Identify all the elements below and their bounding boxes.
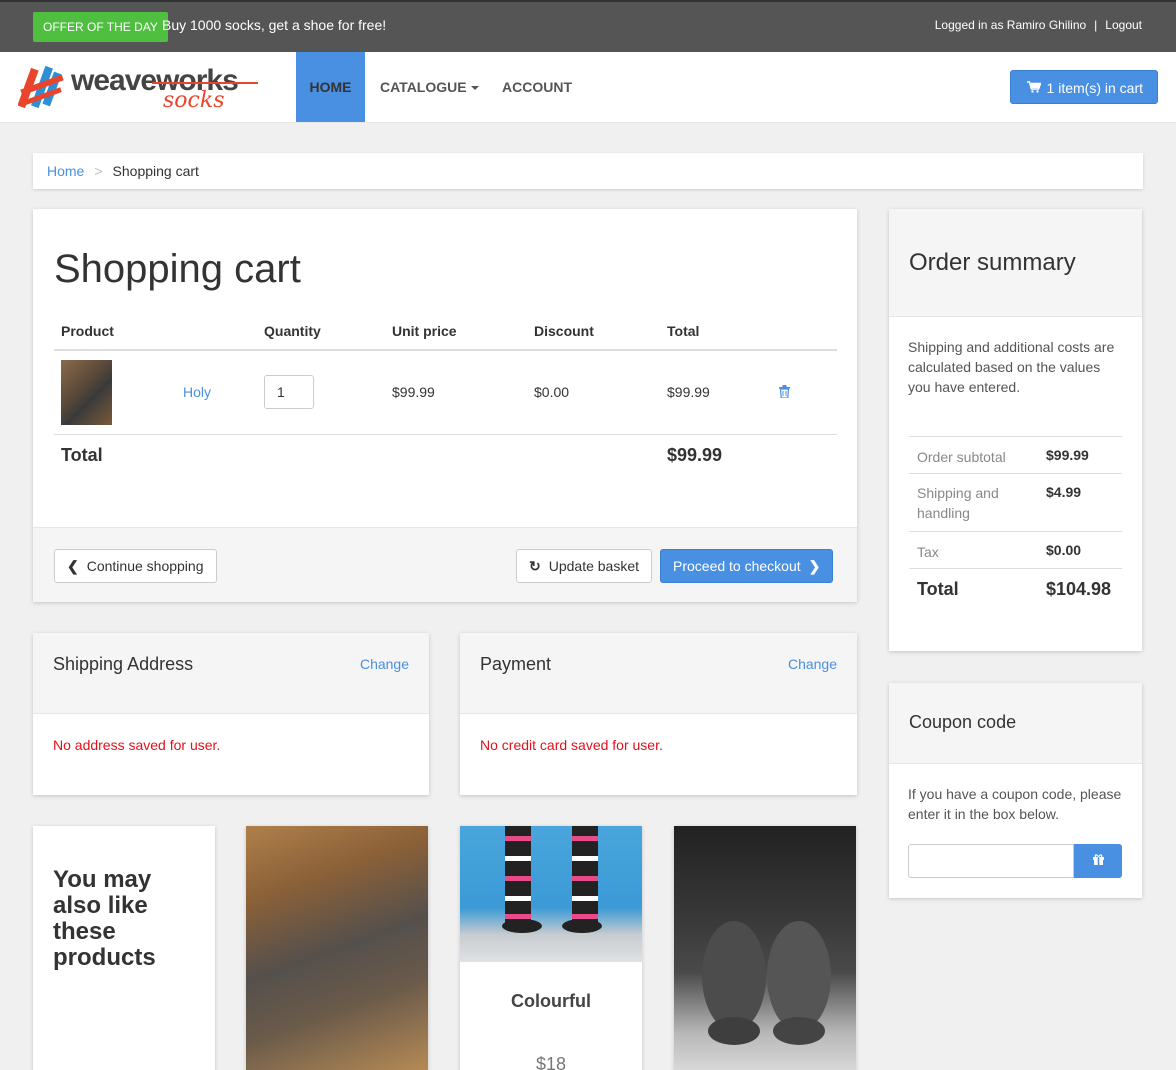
- gift-icon: [1092, 853, 1104, 868]
- striped-socks-illustration: [502, 826, 602, 933]
- breadcrumb-current: Shopping cart: [112, 163, 199, 179]
- cart-total-label: Total: [61, 445, 103, 465]
- breadcrumb-separator-icon: >: [94, 163, 103, 179]
- shipping-address-header: Shipping Address Change: [33, 633, 429, 714]
- change-address-link[interactable]: Change: [360, 656, 409, 672]
- summary-value: $0.00: [1046, 542, 1082, 558]
- nav-home[interactable]: HOME: [296, 52, 365, 122]
- summary-label: Shipping and handling: [917, 485, 999, 521]
- weaveworks-socks-logo[interactable]: weaveworks socks: [18, 62, 268, 114]
- summary-label: Order subtotal: [917, 449, 1006, 465]
- coupon-input[interactable]: [908, 844, 1074, 878]
- line-total: $99.99: [667, 384, 710, 400]
- product-thumbnail[interactable]: [61, 360, 112, 425]
- breadcrumb-home[interactable]: Home: [47, 163, 84, 179]
- payment-header: Payment Change: [460, 633, 857, 714]
- discount: $0.00: [534, 384, 570, 400]
- caret-down-icon: [470, 86, 479, 91]
- product-image[interactable]: [674, 826, 856, 1070]
- header-unit-price: Unit price: [392, 323, 457, 339]
- logout-link[interactable]: Logout: [1105, 18, 1142, 32]
- product-name-link[interactable]: Holy: [183, 384, 211, 400]
- cart-total-value: $99.99: [667, 445, 723, 465]
- logo-strike: [152, 82, 258, 84]
- header-discount: Discount: [534, 323, 594, 339]
- order-summary-panel: Order summary Shipping and additional co…: [889, 209, 1142, 651]
- product-name[interactable]: Colourful: [460, 991, 642, 1012]
- logo-mark-icon: [18, 65, 64, 109]
- apply-coupon-button[interactable]: [1074, 844, 1122, 878]
- logo-word-socks: socks: [163, 88, 225, 113]
- coupon-title: Coupon code: [909, 712, 1017, 732]
- recommendations-title: You may also like these products: [53, 866, 156, 971]
- summary-value: $99.99: [1046, 447, 1089, 463]
- login-separator: |: [1094, 18, 1098, 32]
- refresh-icon: ↻: [529, 558, 541, 574]
- product-card[interactable]: [246, 826, 428, 1070]
- summary-label: Tax: [917, 544, 939, 560]
- top-bar: OFFER OF THE DAY Buy 1000 socks, get a s…: [0, 0, 1176, 52]
- logged-in-label: Logged in as Ramiro Ghilino: [934, 18, 1087, 32]
- payment-title: Payment: [480, 654, 552, 674]
- shopping-cart-icon: [1026, 71, 1042, 105]
- payment-error-message: No credit card saved for user.: [480, 737, 663, 753]
- summary-row-tax: Tax $0.00: [909, 531, 1122, 568]
- logo-word-weave: weave: [71, 64, 157, 97]
- shipping-address-title: Shipping Address: [53, 654, 194, 674]
- coupon-note: If you have a coupon code, please enter …: [908, 786, 1122, 822]
- product-image[interactable]: [460, 826, 642, 962]
- proceed-to-checkout-button[interactable]: Proceed to checkout ❯: [660, 549, 834, 583]
- summary-row-shipping: Shipping and handling $4.99: [909, 473, 1122, 531]
- shipping-address-panel: Shipping Address Change No address saved…: [33, 633, 429, 795]
- chevron-right-icon: ❯: [808, 558, 821, 574]
- summary-row-subtotal: Order subtotal $99.99: [909, 436, 1122, 473]
- header-divider: [54, 349, 837, 351]
- chevron-left-icon: ❮: [67, 558, 79, 574]
- page-title: Shopping cart: [54, 247, 301, 291]
- cart-button[interactable]: 1 item(s) in cart: [1009, 70, 1158, 105]
- update-basket-label: Update basket: [548, 558, 640, 574]
- order-summary-note: Shipping and additional costs are calcul…: [908, 339, 1115, 395]
- order-summary-title: Order summary: [909, 249, 1076, 276]
- payment-panel: Payment Change No credit card saved for …: [460, 633, 857, 795]
- trash-icon[interactable]: [779, 385, 790, 401]
- product-image[interactable]: [246, 826, 428, 1070]
- header-quantity: Quantity: [264, 323, 321, 339]
- summary-value: $4.99: [1046, 484, 1082, 500]
- login-status: Logged in as Ramiro Ghilino | Logout: [935, 18, 1142, 32]
- continue-shopping-button[interactable]: ❮ Continue shopping: [54, 549, 217, 583]
- update-basket-button[interactable]: ↻ Update basket: [516, 549, 653, 583]
- coupon-panel: Coupon code If you have a coupon code, p…: [889, 683, 1142, 898]
- product-card[interactable]: Colourful $18: [460, 826, 642, 1070]
- order-summary-header: Order summary: [889, 209, 1142, 317]
- proceed-to-checkout-label: Proceed to checkout: [673, 558, 801, 574]
- quantity-input[interactable]: 1: [264, 375, 314, 409]
- breadcrumb: Home > Shopping cart: [33, 153, 1143, 189]
- offer-text: Buy 1000 socks, get a shoe for free!: [162, 17, 387, 33]
- offer-of-the-day-badge[interactable]: OFFER OF THE DAY: [33, 12, 168, 42]
- grey-socks-illustration: [702, 921, 831, 1045]
- cart-button-label: 1 item(s) in cart: [1046, 80, 1143, 96]
- product-card[interactable]: [674, 826, 856, 1070]
- row-divider: [54, 434, 837, 435]
- nav-catalogue[interactable]: CATALOGUE: [380, 52, 479, 122]
- main-navbar: weaveworks socks HOME CATALOGUE ACCOUNT …: [0, 52, 1176, 123]
- nav-account[interactable]: ACCOUNT: [502, 52, 572, 122]
- address-error-message: No address saved for user.: [53, 737, 221, 753]
- product-price: $18: [535, 1054, 567, 1070]
- summary-total-value: $104.98: [1046, 579, 1112, 599]
- shopping-cart-panel: Shopping cart Product Quantity Unit pric…: [33, 209, 857, 602]
- recommendations-heading-box: You may also like these products: [33, 826, 215, 1070]
- unit-price: $99.99: [392, 384, 435, 400]
- header-total: Total: [667, 323, 700, 339]
- nav-catalogue-label: CATALOGUE: [380, 79, 467, 95]
- continue-shopping-label: Continue shopping: [86, 558, 204, 574]
- cart-actions: ❮ Continue shopping ↻ Update basket Procee…: [33, 527, 857, 602]
- change-payment-link[interactable]: Change: [788, 656, 837, 672]
- summary-total-label: Total: [917, 579, 959, 599]
- coupon-header: Coupon code: [889, 683, 1142, 764]
- header-product: Product: [61, 323, 114, 339]
- summary-row-total: Total $104.98: [909, 568, 1122, 608]
